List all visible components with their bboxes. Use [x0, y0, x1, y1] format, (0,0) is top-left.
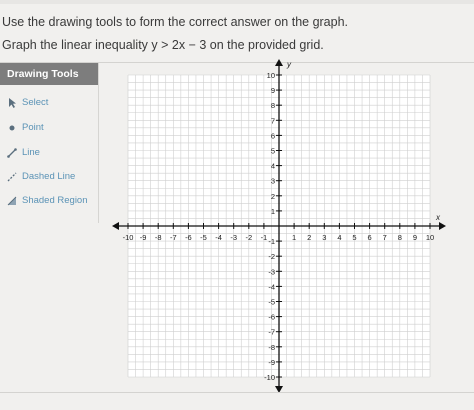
x-tick-label: 5	[352, 233, 356, 242]
y-tick-label: 2	[271, 192, 275, 201]
y-tick-label: -7	[268, 328, 275, 337]
y-tick-label: 5	[271, 147, 275, 156]
x-tick-label: -2	[245, 233, 252, 242]
y-tick-label: 4	[271, 162, 275, 171]
x-tick-label: 3	[322, 233, 326, 242]
y-tick-label: -1	[268, 237, 275, 246]
y-tick-label: -10	[264, 373, 275, 382]
bottom-divider	[0, 392, 474, 393]
y-axis-label: y	[286, 60, 292, 69]
y-tick-label: 10	[267, 71, 275, 80]
y-tick-label: 1	[271, 207, 275, 216]
x-tick-label: -5	[200, 233, 207, 242]
y-tick-label: 8	[271, 101, 275, 110]
x-tick-label: 8	[398, 233, 402, 242]
x-tick-label: 10	[426, 233, 434, 242]
x-axis-arrow-right	[439, 222, 446, 230]
x-tick-label: -3	[230, 233, 237, 242]
coordinate-grid[interactable]: -10 -9 -8 -7 -6 -5 -4 -3 -2 -1 1 2 3 4 5 6 7 8 9 10-10-9-8-…	[0, 0, 474, 410]
y-tick-label: 9	[271, 86, 275, 95]
y-axis-arrow-up	[275, 59, 283, 66]
x-tick-label: 9	[413, 233, 417, 242]
y-tick-label: 7	[271, 116, 275, 125]
y-tick-label: -3	[268, 267, 275, 276]
x-tick-label: 2	[307, 233, 311, 242]
y-tick-label: 3	[271, 177, 275, 186]
x-tick-label: -8	[155, 233, 162, 242]
y-tick-label: -6	[268, 313, 275, 322]
y-tick-label: -2	[268, 252, 275, 261]
y-tick-label: -5	[268, 298, 275, 307]
x-tick-label: -1	[261, 233, 268, 242]
x-tick-label: 7	[383, 233, 387, 242]
x-axis-arrow-left	[112, 222, 119, 230]
x-tick-label: -10	[123, 233, 134, 242]
x-tick-label: 1	[292, 233, 296, 242]
x-tick-label: 6	[368, 233, 372, 242]
y-tick-label: -8	[268, 343, 275, 352]
x-tick-label: -6	[185, 233, 192, 242]
y-tick-label: -9	[268, 358, 275, 367]
x-tick-label: -9	[140, 233, 147, 242]
x-tick-label: -4	[215, 233, 222, 242]
x-tick-label: -7	[170, 233, 177, 242]
y-tick-label: 6	[271, 131, 275, 140]
x-axis-label: x	[435, 213, 441, 222]
x-tick-label: 4	[337, 233, 341, 242]
y-tick-label: -4	[268, 282, 275, 291]
